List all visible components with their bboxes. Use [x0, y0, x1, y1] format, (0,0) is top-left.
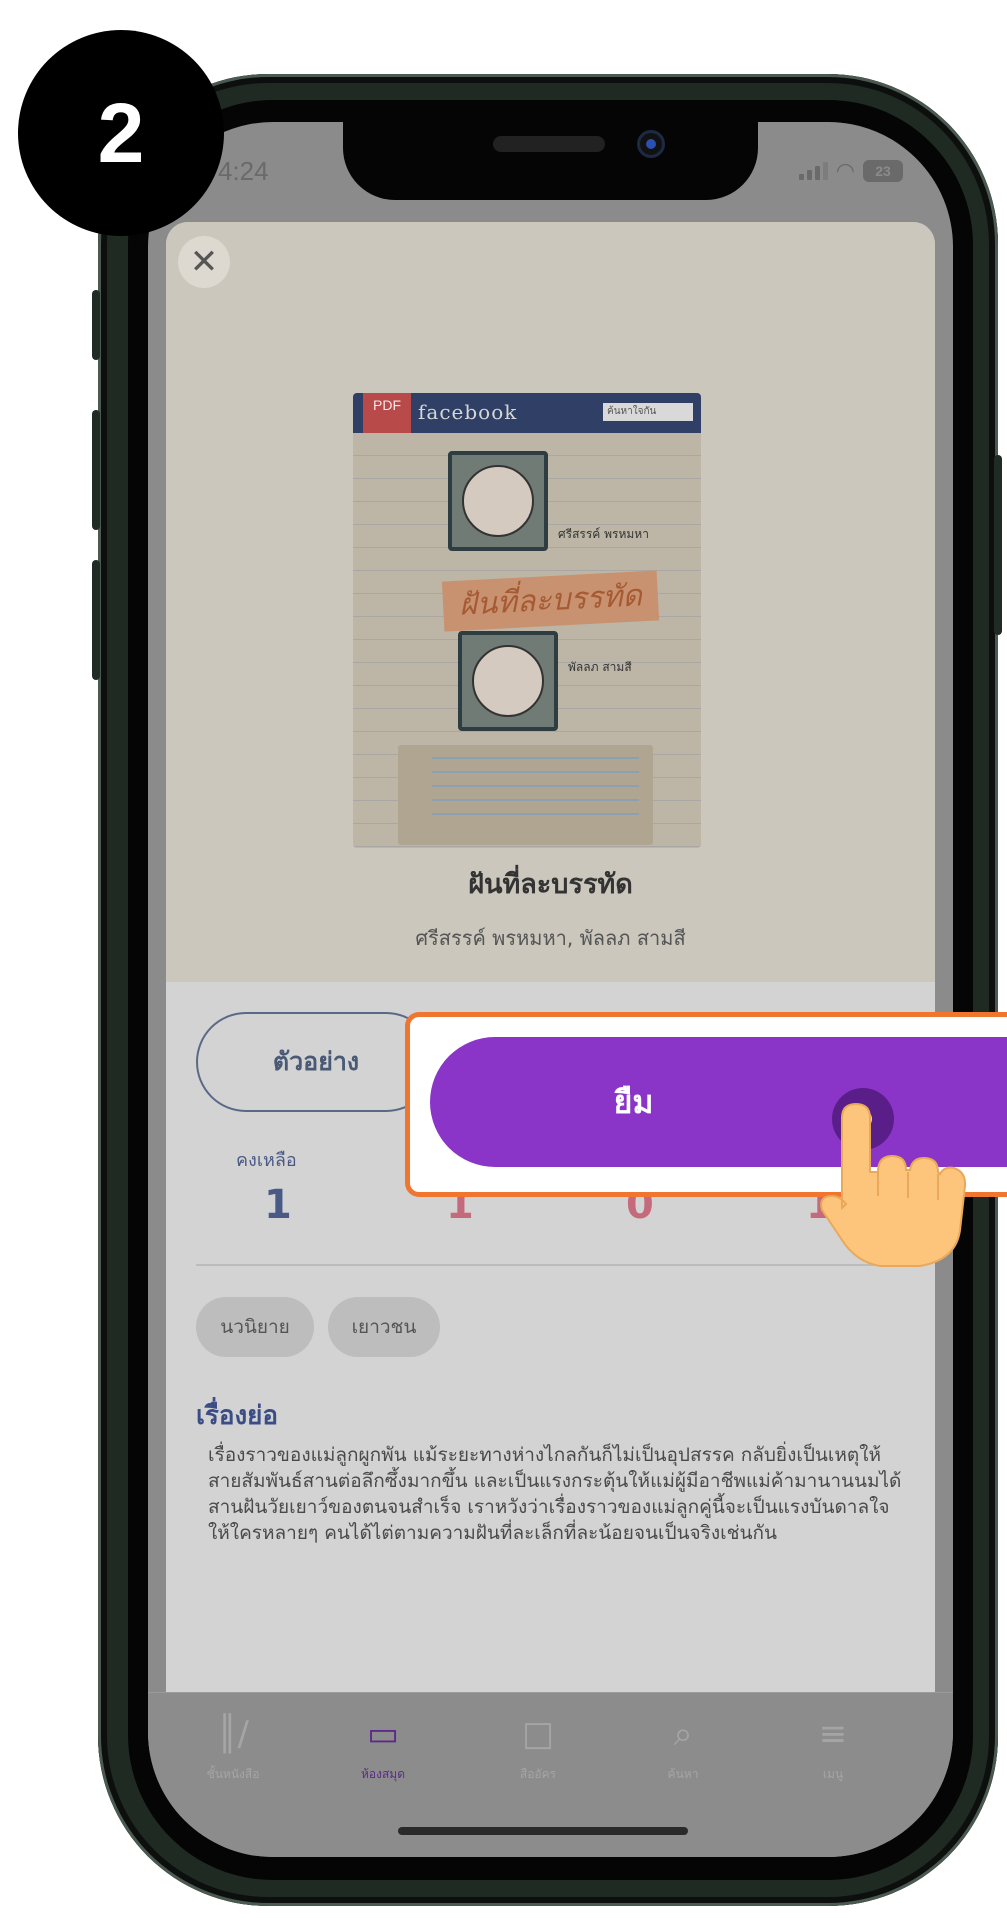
- wifi-icon: ◠: [835, 158, 855, 183]
- front-camera: [637, 130, 665, 158]
- pointing-hand-icon: [820, 1102, 967, 1267]
- portrait-illustration: [462, 465, 534, 537]
- menu-icon: ≡: [818, 1714, 848, 1754]
- tab-bookshelf[interactable]: ║∕ ชั้นหนังสือ: [173, 1713, 293, 1784]
- tab-library[interactable]: ▭ ห้องสมุด: [323, 1713, 443, 1784]
- cover-portrait-frame-2: [458, 631, 558, 731]
- notch: [343, 122, 758, 200]
- tab-label: ค้นหา: [667, 1767, 699, 1781]
- status-icons: ◠ 23: [798, 158, 903, 184]
- power-button: [994, 455, 1002, 635]
- tab-label: สืออัคร: [519, 1767, 557, 1781]
- battery-icon: 23: [863, 160, 903, 182]
- preview-button[interactable]: ตัวอย่าง: [196, 1012, 436, 1112]
- cover-portrait-frame-1: [448, 451, 548, 551]
- cover-name-2: พัลลภ สามสี: [568, 660, 632, 674]
- tab-search[interactable]: ⌕ ค้นหา: [623, 1713, 743, 1784]
- divider: [196, 1264, 896, 1266]
- tab-menu[interactable]: ≡ เมนู: [773, 1713, 893, 1784]
- volume-up-button: [92, 410, 100, 530]
- step-number-badge: 2: [18, 30, 224, 236]
- book-detail-sheet: ✕ PDF facebook ค้นหาใจกัน ศรีสรรค์ พรหมห…: [166, 222, 935, 1692]
- bookshelf-icon: ║∕: [217, 1714, 249, 1754]
- speaker: [493, 136, 605, 152]
- mute-switch: [92, 290, 100, 360]
- stat-label-remaining: คงเหลือ: [236, 1150, 297, 1171]
- synopsis-heading: เรื่องย่อ: [196, 1401, 279, 1431]
- portrait-illustration: [472, 645, 544, 717]
- synopsis-text: เรื่องราวของแม่ลูกผูกพัน แม้ระยะทางห่างไ…: [208, 1444, 902, 1544]
- cover-note-card: [398, 745, 653, 845]
- cover-name-1: ศรีสรรค์ พรหมหา: [558, 527, 649, 541]
- tab-my-books[interactable]: □ สืออัคร: [478, 1713, 598, 1784]
- home-indicator: [398, 1827, 688, 1835]
- book-icon: □: [521, 1714, 555, 1754]
- tab-label: ชั้นหนังสือ: [206, 1767, 260, 1781]
- pdf-badge: PDF: [363, 393, 411, 433]
- close-icon: ✕: [189, 242, 219, 282]
- tab-label: ห้องสมุด: [360, 1767, 405, 1781]
- tag-chip[interactable]: เยาวชน: [328, 1297, 440, 1357]
- stat-value-remaining: 1: [264, 1182, 292, 1228]
- book-title: ฝันที่ละบรรทัด: [468, 869, 633, 900]
- book-cover: PDF facebook ค้นหาใจกัน ศรีสรรค์ พรหมหา …: [353, 393, 701, 848]
- close-button[interactable]: ✕: [178, 236, 230, 288]
- phone-screen: 4:24 ◠ 23 ✕ PDF facebook ค้นหาใจกัน ศรีส…: [148, 122, 953, 1857]
- volume-down-button: [92, 560, 100, 680]
- tag-chip[interactable]: นวนิยาย: [196, 1297, 314, 1357]
- book-author: ศรีสรรค์ พรหมหา, พัลลภ สามสี: [415, 926, 686, 950]
- status-time: 4:24: [218, 156, 269, 186]
- library-book-icon: ▭: [366, 1714, 400, 1754]
- cover-search-box: ค้นหาใจกัน: [603, 403, 693, 421]
- tab-label: เมนู: [822, 1767, 844, 1781]
- cover-logo: facebook: [418, 400, 518, 424]
- signal-icon: [798, 162, 828, 180]
- search-icon: ⌕: [673, 1714, 693, 1754]
